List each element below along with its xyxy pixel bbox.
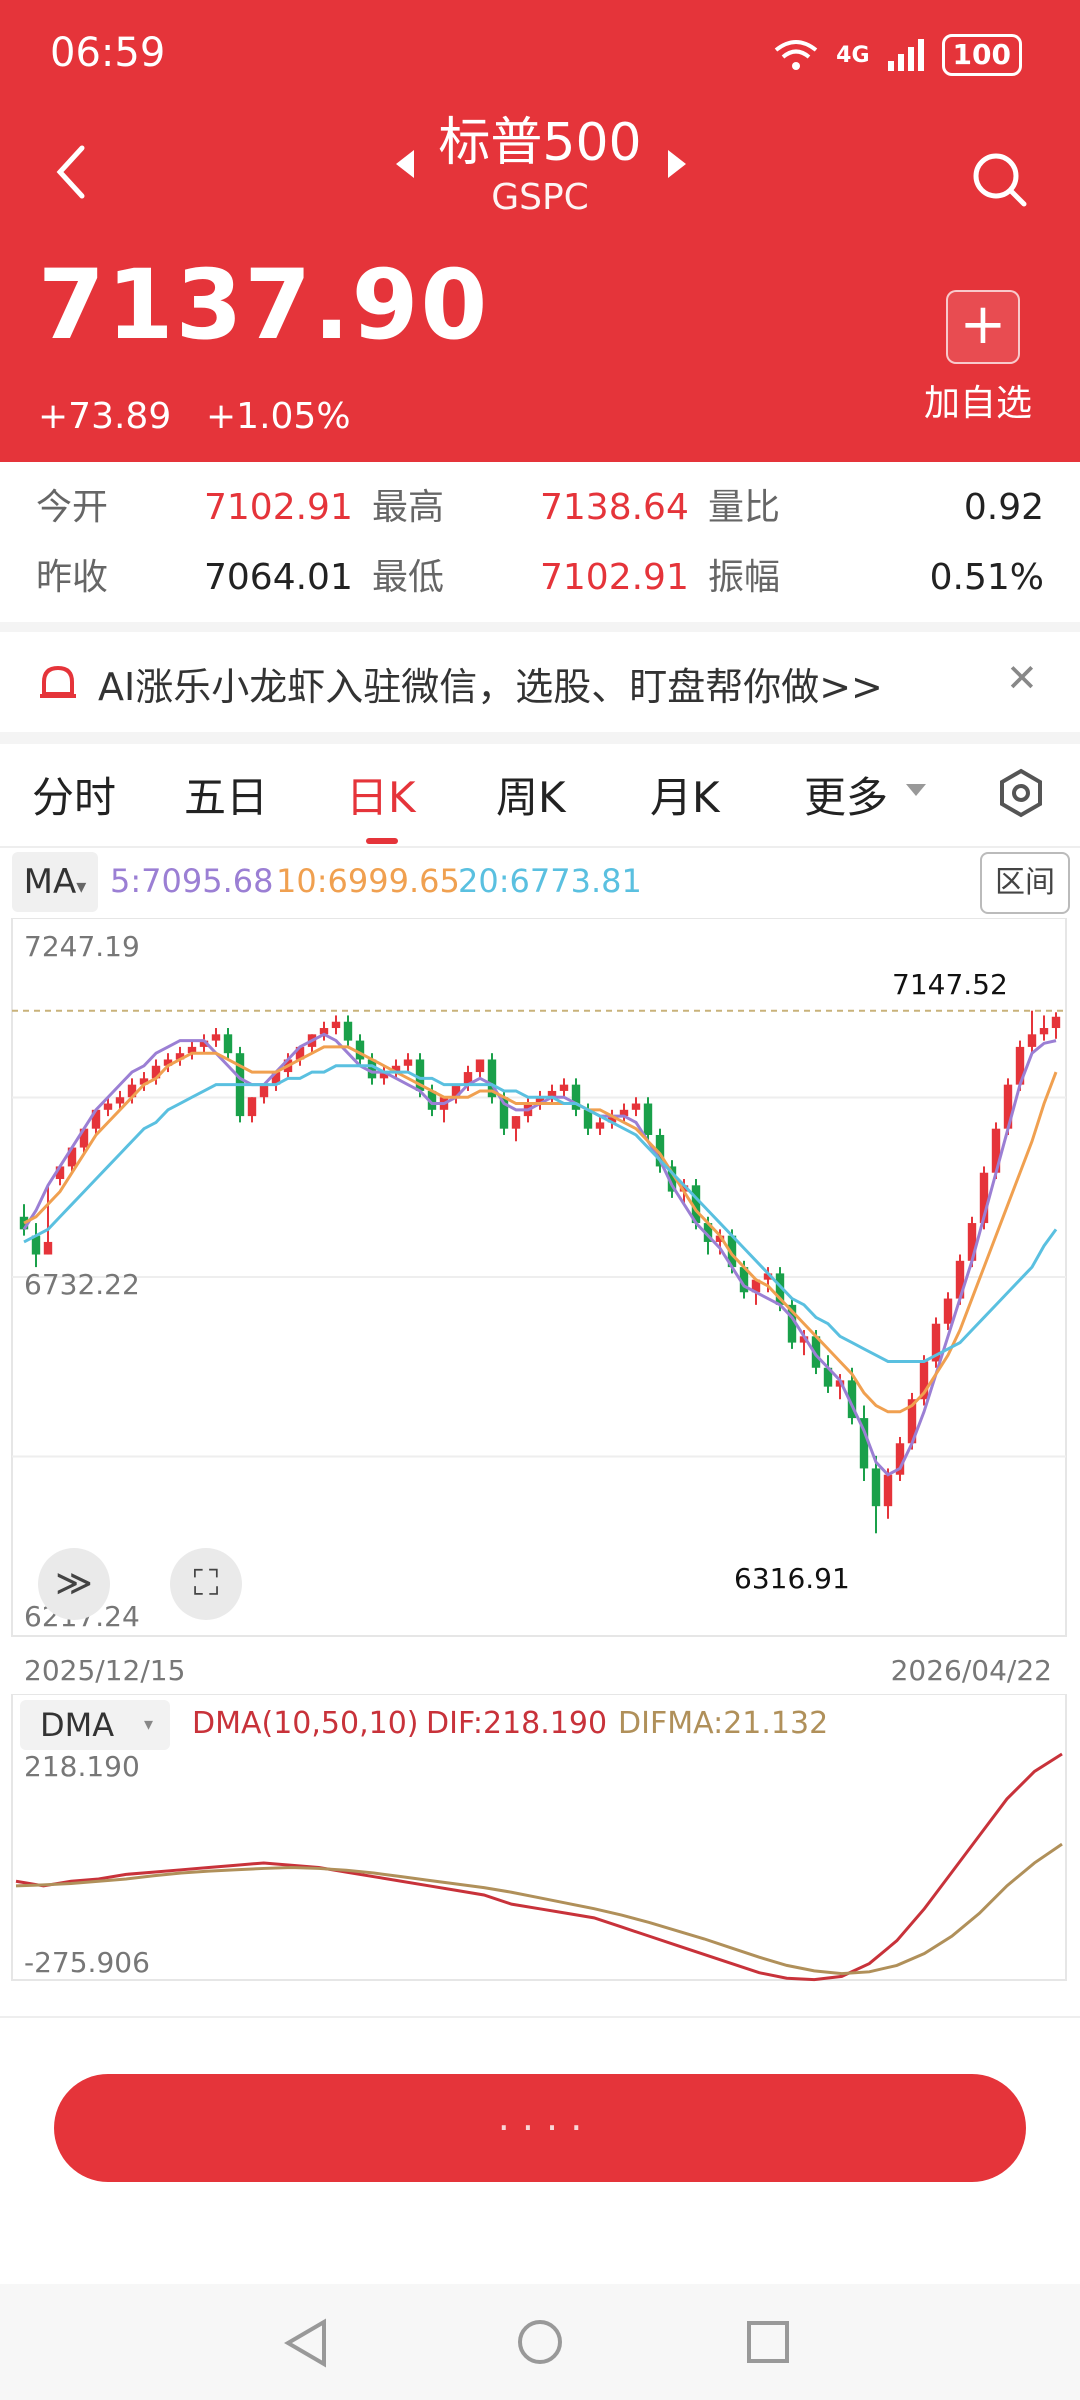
stat-value-volume-ratio: 0.92 [963,487,1044,528]
add-watchlist-icon[interactable]: + [946,290,1020,364]
candle-body [247,1097,257,1117]
search-icon[interactable] [970,150,1030,210]
add-watchlist-button[interactable]: 加自选 [924,374,1032,426]
close-icon[interactable]: ✕ [1006,656,1038,700]
divider [0,622,1080,632]
stat-label-low: 最低 [372,557,445,598]
low-price-tag: 6316.91 [734,1562,850,1595]
stat-value-high: 7138.64 [540,487,689,528]
quote-header: 06:59 4G 100 标普500 GSPC 7137.90 +73.89 +… [0,0,1080,462]
wifi-icon [774,40,818,70]
index-name: 标普500 [438,113,642,173]
stat-value-low: 7102.91 [540,557,689,598]
nav-back-icon[interactable] [284,2318,328,2368]
nav-recents-icon[interactable] [746,2320,790,2364]
divider [0,732,1080,744]
chevron-down-icon[interactable] [906,784,926,796]
x-axis-start-date: 2025/12/15 [24,1654,186,1687]
candle-body [115,1097,125,1104]
title-block: 标普500 GSPC [0,110,1080,220]
promo-text[interactable]: AI涨乐小龙虾入驻微信，选股、盯盘帮你做>> [98,656,883,711]
candle-body [1039,1028,1049,1035]
candle-body [643,1103,653,1135]
stat-label-open: 今开 [36,487,109,528]
bell-icon [40,665,76,698]
trade-button[interactable]: · · · · [54,2074,1026,2182]
high-price-tag: 7147.52 [892,968,1008,1001]
y-axis-mid-label: 6732.22 [24,1268,140,1301]
fullscreen-button[interactable]: ⛶ [170,1548,242,1620]
divider [0,2016,1080,2018]
tab-intraday[interactable]: 分时 [32,764,116,825]
signal-icon [887,39,924,71]
expand-left-button[interactable]: ≫ [38,1548,110,1620]
tab-more[interactable]: 更多 [804,764,888,825]
ma-line-ma20 [23,1064,1058,1363]
divider [0,846,1080,848]
stat-label-volume-ratio: 量比 [708,487,781,528]
candle-body [511,1116,521,1129]
candle-body [871,1468,881,1507]
status-time: 06:59 [50,30,166,76]
battery-indicator: 100 [941,34,1022,76]
x-axis-end-date: 2026/04/22 [890,1654,1052,1687]
tab-daily-k[interactable]: 日K [346,764,416,825]
candle-body [1027,1034,1037,1047]
price-change: +73.89 [38,396,172,437]
legend-ma10: 10:6999.65 [276,862,460,900]
candle-body [211,1034,221,1041]
stat-value-amplitude: 0.51% [929,557,1044,598]
status-icons: 4G 100 [774,34,1022,76]
dma-chart[interactable] [0,1694,1080,1984]
range-button[interactable]: 区间 [980,852,1070,914]
settings-icon[interactable] [996,768,1046,818]
index-code: GSPC [491,177,589,218]
candle-body [223,1034,233,1054]
dma-line-dif [15,1752,1063,1982]
candle-body [559,1084,569,1091]
candle-body [595,1122,605,1129]
system-navbar [0,2284,1080,2400]
stat-label-amplitude: 振幅 [708,557,781,598]
stat-value-prev-close: 7064.01 [204,557,353,598]
legend-ma5: 5:7095.68 [110,862,274,900]
stat-value-open: 7102.91 [204,487,353,528]
nav-home-icon[interactable] [516,2318,564,2366]
candle-body [103,1103,113,1110]
candlestick-chart[interactable] [0,918,1080,1648]
candle-body [331,1021,341,1029]
y-axis-top-label: 7247.19 [24,930,140,963]
candle-body [883,1474,893,1507]
stat-label-prev-close: 昨收 [36,557,109,598]
candle-body [631,1103,641,1110]
candle-body [343,1021,353,1041]
stat-label-high: 最高 [372,487,445,528]
promo-banner[interactable]: AI涨乐小龙虾入驻微信，选股、盯盘帮你做>> ✕ [0,632,1080,732]
candle-body [1051,1016,1061,1029]
tab-monthly-k[interactable]: 月K [650,764,720,825]
trade-button-label: · · · · [497,2106,583,2150]
indicator-select[interactable]: MA▾ [12,852,98,912]
price-change-percent: +1.05% [206,396,351,437]
network-type: 4G [836,42,870,68]
legend-ma20: 20:6773.81 [458,862,642,900]
candle-body [43,1241,53,1255]
candle-body [943,1298,953,1324]
candle-body [259,1084,269,1098]
candle-body [475,1059,485,1073]
quote-stats: 今开 7102.91 最高 7138.64 量比 0.92 昨收 7064.01… [0,462,1080,622]
candle-body [403,1059,413,1066]
last-price: 7137.90 [38,249,490,361]
active-tab-indicator [366,838,398,844]
tab-weekly-k[interactable]: 周K [496,764,566,825]
dma-frame [11,1694,1067,1981]
tab-five-day[interactable]: 五日 [184,764,268,825]
